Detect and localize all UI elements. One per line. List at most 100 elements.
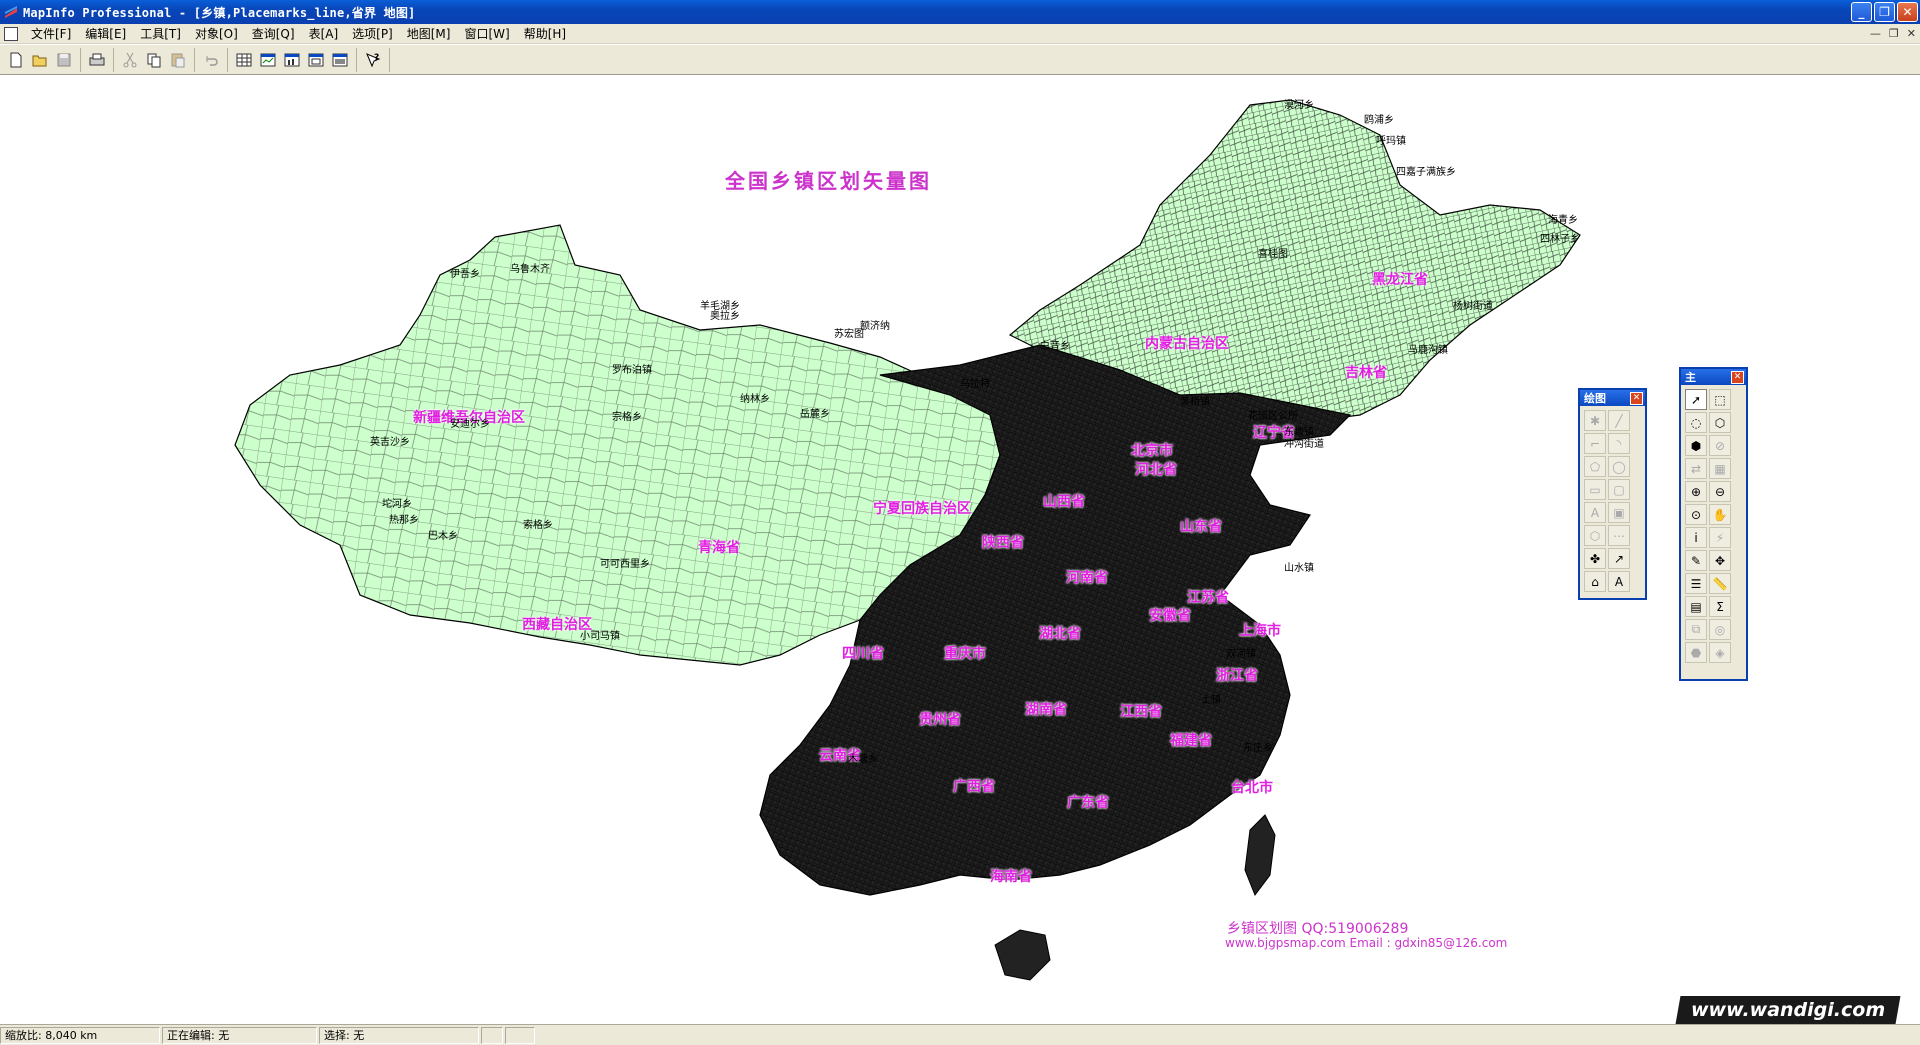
status-selection[interactable]: 选择: 无 <box>319 1026 479 1044</box>
new-button[interactable] <box>5 49 27 71</box>
new-layout-button[interactable] <box>305 49 327 71</box>
menu-table[interactable]: 表[A] <box>302 24 346 44</box>
province-label: 宁夏回族自治区 <box>873 501 971 517</box>
save-button[interactable] <box>53 49 75 71</box>
document-icon[interactable] <box>4 26 18 41</box>
polygon-select-tool[interactable]: ⬡ <box>1709 412 1731 433</box>
line-style-tool[interactable]: ↗ <box>1608 548 1630 569</box>
zoom-in-tool[interactable]: ⊕ <box>1685 481 1707 502</box>
rounded-rectangle-tool[interactable]: ▢ <box>1608 479 1630 500</box>
cut-button[interactable] <box>119 49 141 71</box>
menu-query[interactable]: 查询[Q] <box>245 24 302 44</box>
marquee-select-tool[interactable]: ⬚ <box>1709 389 1731 410</box>
polygon-tool[interactable]: ⬠ <box>1584 456 1606 477</box>
town-label: 额济纳 <box>860 321 890 332</box>
symbol-style-icon: ✤ <box>1589 551 1601 566</box>
new-browser-button[interactable] <box>233 49 255 71</box>
marquee-select-icon: ⬚ <box>1714 392 1726 407</box>
graph-select-tool[interactable]: ▦ <box>1709 458 1731 479</box>
drag-map-tool[interactable]: ✥ <box>1709 550 1731 571</box>
menu-bar: 文件[F] 编辑[E] 工具[T] 对象[O] 查询[Q] 表[A] 选项[P]… <box>0 24 1920 44</box>
reshape-tool[interactable]: ⬡ <box>1584 525 1606 546</box>
change-view-tool[interactable]: ⊙ <box>1685 504 1707 525</box>
radius-select-tool[interactable]: ◌ <box>1685 412 1707 433</box>
rectangle-tool[interactable]: ▭ <box>1584 479 1606 500</box>
reshape-region-icon: ⬣ <box>1690 645 1702 660</box>
restore-button[interactable]: ❐ <box>1874 2 1895 22</box>
town-label: 漠河乡 <box>1284 100 1314 111</box>
map-credit-line1: 乡镇区划图 QQ:519006289 <box>1227 921 1409 937</box>
unselect-all-tool[interactable]: ⊘ <box>1709 435 1731 456</box>
grabber-tool[interactable]: ✋ <box>1709 504 1731 525</box>
help-button[interactable]: ? <box>362 49 384 71</box>
town-label: 黄桥镇 <box>1180 397 1210 408</box>
close-button[interactable]: ✕ <box>1897 2 1918 22</box>
paste-button[interactable] <box>167 49 189 71</box>
info-tool[interactable]: i <box>1685 527 1707 548</box>
main-palette-titlebar[interactable]: 主 ✕ <box>1681 369 1746 385</box>
arc-tool[interactable]: ◝ <box>1608 433 1630 454</box>
hotlink-tool[interactable]: ⚡ <box>1709 527 1731 548</box>
province-label: 吉林省 <box>1345 365 1387 381</box>
province-label: 台北市 <box>1231 780 1273 796</box>
clip-region-tool[interactable]: ⧉ <box>1685 619 1707 640</box>
frame-tool[interactable]: ▣ <box>1608 502 1630 523</box>
menu-help[interactable]: 帮助[H] <box>517 24 573 44</box>
line-tool[interactable]: ╱ <box>1608 410 1630 431</box>
set-target-tool[interactable]: ◎ <box>1709 619 1731 640</box>
undo-button[interactable] <box>200 49 222 71</box>
menu-window[interactable]: 窗口[W] <box>457 24 516 44</box>
status-editing[interactable]: 正在编辑: 无 <box>162 1026 317 1044</box>
new-graph-button[interactable] <box>281 49 303 71</box>
town-label: 花园区公所 <box>1248 411 1298 422</box>
drawing-palette[interactable]: 绘图 ✕ ✱ ╱ ⌐ ◝ ⬠ ◯ ▭ ▢ A ▣ ⬡ ⋯ ✤ ↗ ⌂ A <box>1578 388 1647 600</box>
mdi-minimize-button[interactable]: — <box>1870 27 1881 40</box>
legend-tool[interactable]: ▤ <box>1685 596 1707 617</box>
region-style-tool[interactable]: ⌂ <box>1584 571 1606 592</box>
menu-file[interactable]: 文件[F] <box>24 24 78 44</box>
symbol-tool[interactable]: ✱ <box>1584 410 1606 431</box>
menu-tools[interactable]: 工具[T] <box>133 24 188 44</box>
new-redistrict-button[interactable] <box>329 49 351 71</box>
open-button[interactable] <box>29 49 51 71</box>
label-tool[interactable]: ✎ <box>1685 550 1707 571</box>
text-tool[interactable]: A <box>1584 502 1606 523</box>
mapinfo-app-icon[interactable] <box>3 4 19 20</box>
status-zoom[interactable]: 缩放比: 8,040 km <box>0 1026 160 1044</box>
ruler-tool[interactable]: 📏 <box>1709 573 1731 594</box>
object-info-tool[interactable]: ◈ <box>1709 642 1731 663</box>
province-label: 江苏省 <box>1187 590 1229 606</box>
text-style-tool[interactable]: A <box>1608 571 1630 592</box>
label-icon: ✎ <box>1690 553 1702 568</box>
invert-selection-tool[interactable]: ⇄ <box>1685 458 1707 479</box>
main-palette-close-button[interactable]: ✕ <box>1731 370 1744 384</box>
menu-edit[interactable]: 编辑[E] <box>78 24 133 44</box>
layer-control-tool[interactable]: ☰ <box>1685 573 1707 594</box>
mdi-restore-button[interactable]: ❐ <box>1889 27 1899 40</box>
boundary-select-tool[interactable]: ⬢ <box>1685 435 1707 456</box>
menu-options[interactable]: 选项[P] <box>345 24 400 44</box>
select-tool[interactable]: ➚ <box>1685 389 1707 410</box>
add-node-tool[interactable]: ⋯ <box>1608 525 1630 546</box>
drawing-palette-titlebar[interactable]: 绘图 ✕ <box>1580 390 1645 406</box>
svg-text:?: ? <box>374 53 379 63</box>
zoom-out-tool[interactable]: ⊖ <box>1709 481 1731 502</box>
polyline-tool[interactable]: ⌐ <box>1584 433 1606 454</box>
main-palette[interactable]: 主 ✕ ➚ ⬚ ◌ ⬡ ⬢ ⊘ ⇄ ▦ ⊕ ⊖ ⊙ ✋ i ⚡ ✎ ✥ ☰ 📏 … <box>1679 367 1748 681</box>
minimize-button[interactable]: _ <box>1851 2 1872 22</box>
menu-objects[interactable]: 对象[O] <box>188 24 245 44</box>
map-window-icon <box>260 53 276 66</box>
cut-icon <box>123 52 137 67</box>
ellipse-tool[interactable]: ◯ <box>1608 456 1630 477</box>
statistics-tool[interactable]: Σ <box>1709 596 1731 617</box>
print-button[interactable] <box>86 49 108 71</box>
drawing-palette-close-button[interactable]: ✕ <box>1630 391 1643 405</box>
reshape-region-tool[interactable]: ⬣ <box>1685 642 1707 663</box>
drawing-tools-grid: ✱ ╱ ⌐ ◝ ⬠ ◯ ▭ ▢ A ▣ ⬡ ⋯ ✤ ↗ ⌂ A <box>1580 406 1645 596</box>
new-map-window-button[interactable] <box>257 49 279 71</box>
symbol-style-tool[interactable]: ✤ <box>1584 548 1606 569</box>
menu-map[interactable]: 地图[M] <box>400 24 458 44</box>
boundary-select-icon: ⬢ <box>1690 438 1702 453</box>
mdi-close-button[interactable]: ✕ <box>1907 27 1916 40</box>
copy-button[interactable] <box>143 49 165 71</box>
